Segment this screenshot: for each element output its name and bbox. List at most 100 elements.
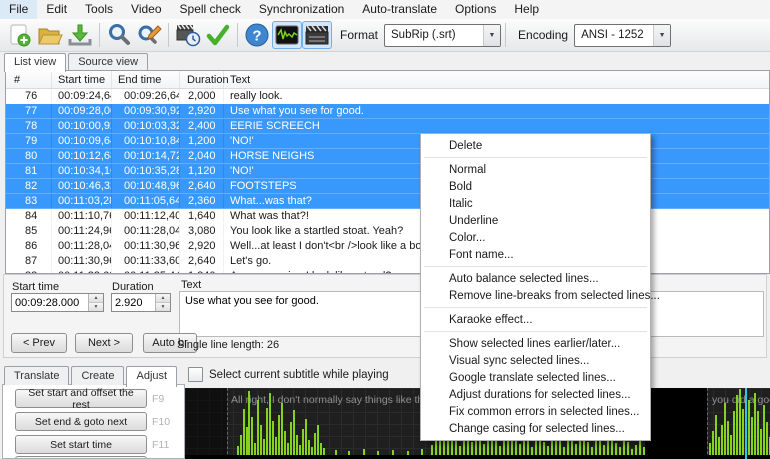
new-file-button[interactable] [5, 21, 35, 49]
new-file-icon [8, 23, 32, 47]
next-button[interactable]: Next > [75, 333, 133, 353]
waveform-bar [323, 448, 325, 455]
menu-item-normal[interactable]: Normal [422, 161, 649, 178]
menu-item-color[interactable]: Color... [422, 229, 649, 246]
menu-item-delete[interactable]: Delete [422, 137, 649, 154]
cell-duration: 2,360 [180, 194, 224, 208]
menu-tools[interactable]: Tools [76, 0, 122, 19]
table-row[interactable]: 7600:09:24,64000:09:26,6402,000really lo… [6, 89, 769, 104]
duration-input[interactable] [112, 294, 155, 311]
table-row[interactable]: 8400:11:10,76000:11:12,4001,640What was … [6, 209, 769, 224]
menu-item-remove-line-breaks-from-selected-lines[interactable]: Remove line-breaks from selected lines..… [422, 287, 649, 304]
duration-spinner[interactable]: ▲▼ [111, 293, 171, 312]
subtitle-boundary-marker[interactable] [707, 388, 708, 459]
menu-spell-check[interactable]: Spell check [171, 0, 250, 19]
set-start-time-button[interactable]: Set start time [15, 435, 147, 454]
menu-options[interactable]: Options [446, 0, 505, 19]
table-row[interactable]: 8000:10:12,68000:10:14,7202,040HORSE NEI… [6, 149, 769, 164]
waveform-bar [311, 447, 313, 455]
save-button[interactable] [65, 21, 95, 49]
menu-auto-translate[interactable]: Auto-translate [353, 0, 446, 19]
table-row[interactable]: 8600:11:28,04000:11:30,9602,920Well...at… [6, 239, 769, 254]
menu-item-font-name[interactable]: Font name... [422, 246, 649, 263]
adjust-panel: Set start and offset the restF9Set end &… [2, 384, 185, 459]
visual-sync-button[interactable] [173, 21, 203, 49]
context-menu: DeleteNormalBoldItalicUnderlineColor...F… [420, 133, 651, 441]
menu-video[interactable]: Video [122, 0, 170, 19]
select-current-subtitle-label: Select current subtitle while playing [209, 369, 389, 381]
table-row[interactable]: 7900:10:09,64000:10:10,8401,200'NO!' [6, 134, 769, 149]
subtitle-boundary-marker[interactable] [227, 388, 228, 459]
arrow-up-icon[interactable]: ▲ [89, 294, 103, 303]
waveform-bar [591, 447, 593, 455]
format-label: Format [340, 28, 378, 42]
column-header-end[interactable]: End time [112, 71, 180, 88]
start-time-spinner[interactable]: ▲▼ [11, 293, 104, 312]
view-tabstrip: List view Source view [4, 53, 150, 71]
help-button[interactable]: ? [242, 21, 272, 49]
table-row[interactable]: 8200:10:46,32000:10:48,9602,640FOOTSTEPS [6, 179, 769, 194]
waveform-bar [431, 445, 433, 455]
menu-item-show-selected-lines-earlier-later[interactable]: Show selected lines earlier/later... [422, 335, 649, 352]
playhead-cursor[interactable] [745, 388, 747, 459]
menu-file[interactable]: File [0, 0, 37, 19]
format-dropdown[interactable]: SubRip (.srt) ▼ [384, 24, 501, 47]
spinner-arrows[interactable]: ▲▼ [88, 294, 103, 311]
menu-help[interactable]: Help [505, 0, 548, 19]
waveform-bar [281, 403, 283, 455]
column-header-text[interactable]: Text [224, 71, 769, 88]
subtitle-list: # Start time End time Duration Text 7600… [5, 70, 770, 274]
table-row[interactable]: 7700:09:28,00000:09:30,9202,920Use what … [6, 104, 769, 119]
toolbar-separator [505, 23, 506, 47]
menu-item-underline[interactable]: Underline [422, 212, 649, 229]
menu-item-google-translate-selected-lines[interactable]: Google translate selected lines... [422, 369, 649, 386]
cell-number: 84 [6, 209, 52, 223]
start-time-input[interactable] [12, 294, 88, 311]
menu-edit[interactable]: Edit [37, 0, 76, 19]
waveform-bar [563, 447, 565, 455]
encoding-dropdown[interactable]: ANSI - 1252 ▼ [574, 24, 671, 47]
menu-separator [424, 307, 647, 308]
menu-item-fix-common-errors-in-selected-lines[interactable]: Fix common errors in selected lines... [422, 403, 649, 420]
spinner-arrows[interactable]: ▲▼ [155, 294, 170, 311]
tab-adjust[interactable]: Adjust [126, 366, 177, 387]
find-button[interactable] [104, 21, 134, 49]
table-row[interactable]: 8100:10:34,16000:10:35,2801,120'NO!' [6, 164, 769, 179]
mode-tabstrip: TranslateCreateAdjust [4, 366, 179, 385]
table-row[interactable]: 7800:10:00,92000:10:03,3202,400EERIE SCR… [6, 119, 769, 134]
set-start-and-offset-the-rest-button[interactable]: Set start and offset the rest [15, 389, 147, 408]
menu-item-change-casing-for-selected-lines[interactable]: Change casing for selected lines... [422, 420, 649, 437]
column-header-number[interactable]: # [6, 71, 52, 88]
tab-create[interactable]: Create [71, 366, 124, 385]
arrow-down-icon[interactable]: ▼ [89, 303, 103, 311]
waveform-bar [443, 440, 445, 455]
select-current-subtitle-checkbox[interactable] [188, 367, 203, 382]
table-row[interactable]: 8300:11:03,28000:11:05,6402,360What...wa… [6, 194, 769, 209]
prev-button[interactable]: < Prev [11, 333, 67, 353]
table-row[interactable]: 8500:11:24,96000:11:28,0403,080You look … [6, 224, 769, 239]
tab-list-view[interactable]: List view [4, 53, 66, 72]
menu-item-italic[interactable]: Italic [422, 195, 649, 212]
tab-translate[interactable]: Translate [4, 366, 69, 385]
menu-synchronization[interactable]: Synchronization [250, 0, 353, 19]
tab-source-view[interactable]: Source view [68, 53, 148, 71]
open-file-button[interactable] [35, 21, 65, 49]
spell-check-button[interactable] [203, 21, 233, 49]
video-toggle-button[interactable] [302, 21, 332, 49]
arrow-down-icon[interactable]: ▼ [156, 303, 170, 311]
column-header-start[interactable]: Start time [52, 71, 112, 88]
menu-item-karaoke-effect[interactable]: Karaoke effect... [422, 311, 649, 328]
replace-button[interactable] [134, 21, 164, 49]
waveform-bar [751, 417, 753, 455]
table-row[interactable]: 8700:11:30,96000:11:33,6002,640Let's go. [6, 254, 769, 269]
column-header-duration[interactable]: Duration [180, 71, 224, 88]
menu-item-adjust-durations-for-selected-lines[interactable]: Adjust durations for selected lines... [422, 386, 649, 403]
waveform-icon [275, 25, 299, 45]
waveform-toggle-button[interactable] [272, 21, 302, 49]
set-end-goto-next-button[interactable]: Set end & goto next [15, 412, 147, 431]
cell-number: 86 [6, 239, 52, 253]
menu-item-bold[interactable]: Bold [422, 178, 649, 195]
menu-item-visual-sync-selected-lines[interactable]: Visual sync selected lines... [422, 352, 649, 369]
arrow-up-icon[interactable]: ▲ [156, 294, 170, 303]
menu-item-auto-balance-selected-lines[interactable]: Auto balance selected lines... [422, 270, 649, 287]
